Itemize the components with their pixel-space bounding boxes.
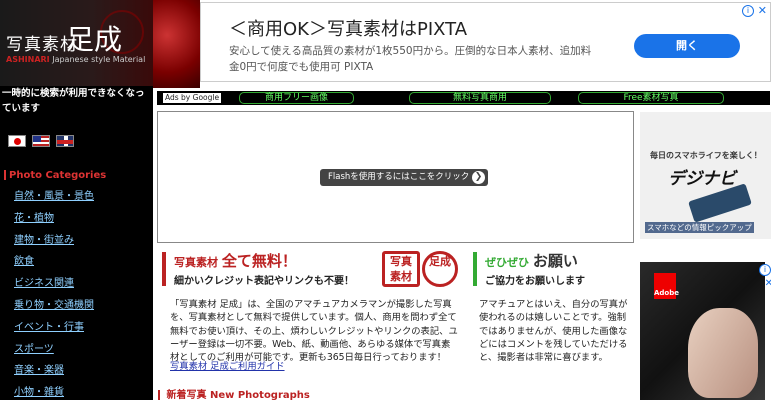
free-title-emphasis: 全て無料！ bbox=[221, 252, 297, 270]
usa-flag-icon[interactable] bbox=[32, 135, 50, 147]
side-ad-headline: 毎日のスマホライフを楽しく！ bbox=[650, 151, 762, 160]
category-bar-icon bbox=[4, 170, 6, 180]
side-ad-caption: スマホなどの情報ピックアップ bbox=[645, 222, 754, 233]
ads-by-google[interactable]: Ads by Google bbox=[163, 93, 222, 103]
ad-portrait bbox=[688, 308, 758, 398]
ad-link[interactable]: 無料写真商用 bbox=[409, 92, 551, 104]
category-list: 自然・風景・景色 花・植物 建物・街並み 飲食 ビジネス関連 乗り物・交通機関 … bbox=[0, 186, 153, 400]
language-flags bbox=[8, 135, 74, 147]
logo-tagline: Japanese style Material bbox=[52, 55, 146, 64]
free-section: 写真素材 全て無料！ 細かいクレジット表記やリンクも不要！ 写真素材 足成 「写… bbox=[160, 250, 463, 400]
new-photos-label-en: New Photographs bbox=[209, 390, 310, 400]
flash-enable-button[interactable]: Flashを使用するにはここをクリック ❯ bbox=[320, 169, 488, 186]
request-title-emphasis: お願い bbox=[532, 252, 578, 270]
category-item[interactable]: 飲食 bbox=[0, 251, 153, 273]
section-bar-icon bbox=[473, 252, 477, 286]
ad-info-icon[interactable]: i bbox=[759, 264, 771, 276]
category-item[interactable]: 花・植物 bbox=[0, 208, 153, 230]
chevron-right-icon: ❯ bbox=[472, 171, 485, 184]
section-bar-icon bbox=[162, 252, 166, 286]
category-item[interactable]: 自然・風景・景色 bbox=[0, 186, 153, 208]
ad-open-button[interactable]: 開く bbox=[634, 34, 740, 58]
japan-flag-icon[interactable] bbox=[8, 135, 26, 147]
ad-description: 安心して使える高品質の素材が1枚550円から。圧倒的な日本人素材、追加料金0円で… bbox=[229, 45, 592, 73]
sidebar: 写真素材 足成 ASHINARI Japanese style Material… bbox=[0, 0, 153, 400]
usage-guide-link[interactable]: 写真素材 足成ご利用ガイド bbox=[170, 358, 285, 372]
category-item[interactable]: 建物・街並み bbox=[0, 230, 153, 252]
request-subtitle: ご協力をお願いします bbox=[485, 276, 585, 287]
logo-title: 足成 bbox=[66, 23, 123, 56]
site-logo[interactable]: 写真素材 足成 ASHINARI Japanese style Material bbox=[0, 0, 153, 86]
free-subtitle: 細かいクレジット表記やリンクも不要！ bbox=[174, 276, 354, 287]
new-photos-header: 新着写真 New Photographs bbox=[158, 386, 310, 400]
ad-title[interactable]: ＜商用OK＞写真素材はPIXTA bbox=[229, 15, 467, 41]
category-item[interactable]: 乗り物・交通機関 bbox=[0, 295, 153, 317]
category-item[interactable]: スポーツ bbox=[0, 339, 153, 361]
free-title-prefix: 写真素材 bbox=[174, 256, 218, 269]
page: 写真素材 足成 ASHINARI Japanese style Material… bbox=[0, 0, 780, 400]
smartphone-icon bbox=[688, 183, 752, 223]
uk-flag-icon[interactable] bbox=[56, 135, 74, 147]
section-bar-icon bbox=[158, 390, 160, 400]
free-title: 写真素材 全て無料！ bbox=[174, 250, 297, 271]
free-description: 「写真素材 足成」は、全国のアマチュアカメラマンが撮影した写真を、写真素材として… bbox=[170, 299, 458, 364]
flash-button-label: Flashを使用するにはここをクリック bbox=[328, 172, 470, 182]
side-ad-adobe[interactable]: Adobe i ✕ bbox=[640, 262, 771, 400]
logo-brand: ASHINARI bbox=[6, 55, 50, 64]
category-item[interactable]: イベント・行事 bbox=[0, 317, 153, 339]
category-item[interactable]: 小物・雑貨 bbox=[0, 382, 153, 400]
request-title-prefix: ぜひぜひ bbox=[485, 256, 529, 269]
flash-area: Flashを使用するにはここをクリック ❯ bbox=[157, 111, 634, 243]
logo-subtitle: ASHINARI Japanese style Material bbox=[6, 55, 145, 64]
new-photos-label: 新着写真 bbox=[166, 390, 207, 400]
search-notice: 一時的に検索が利用できなくなっています bbox=[2, 88, 145, 114]
side-ad-brand: デジナビ bbox=[668, 169, 736, 189]
close-icon[interactable]: ✕ bbox=[765, 278, 771, 289]
category-header-label: Photo Categories bbox=[9, 170, 107, 181]
category-item[interactable]: ビジネス関連 bbox=[0, 273, 153, 295]
category-item[interactable]: 音楽・楽器 bbox=[0, 360, 153, 382]
ad-link[interactable]: Free素材写真 bbox=[578, 92, 724, 104]
adobe-logo-icon: Adobe bbox=[654, 273, 679, 299]
seal-stamp-icon: 写真素材 bbox=[382, 251, 420, 287]
seal-stamp-icon: 足成 bbox=[422, 251, 458, 287]
category-header: Photo Categories bbox=[4, 170, 106, 181]
request-title: ぜひぜひ お願い bbox=[485, 250, 578, 271]
header-decoration bbox=[153, 0, 200, 88]
request-description: アマチュアとはいえ、自分の写真が使われるのは嬉しいことです。強制ではありませんが… bbox=[479, 299, 628, 364]
ad-links-bar: Ads by Google 商用フリー画像 無料写真商用 Free素材写真 bbox=[157, 91, 770, 105]
side-ad-digi-navi[interactable]: 毎日のスマホライフを楽しく！ デジナビ スマホなどの情報ピックアップ bbox=[640, 112, 771, 239]
ad-banner[interactable]: i ✕ ＜商用OK＞写真素材はPIXTA 安心して使える高品質の素材が1枚550… bbox=[200, 2, 771, 82]
close-icon[interactable]: ✕ bbox=[758, 4, 767, 17]
request-section: ぜひぜひ お願い ご協力をお願いします アマチュアとはいえ、自分の写真が使われる… bbox=[473, 250, 633, 400]
ad-link[interactable]: 商用フリー画像 bbox=[239, 92, 354, 104]
ad-info-icon[interactable]: i bbox=[742, 5, 754, 17]
